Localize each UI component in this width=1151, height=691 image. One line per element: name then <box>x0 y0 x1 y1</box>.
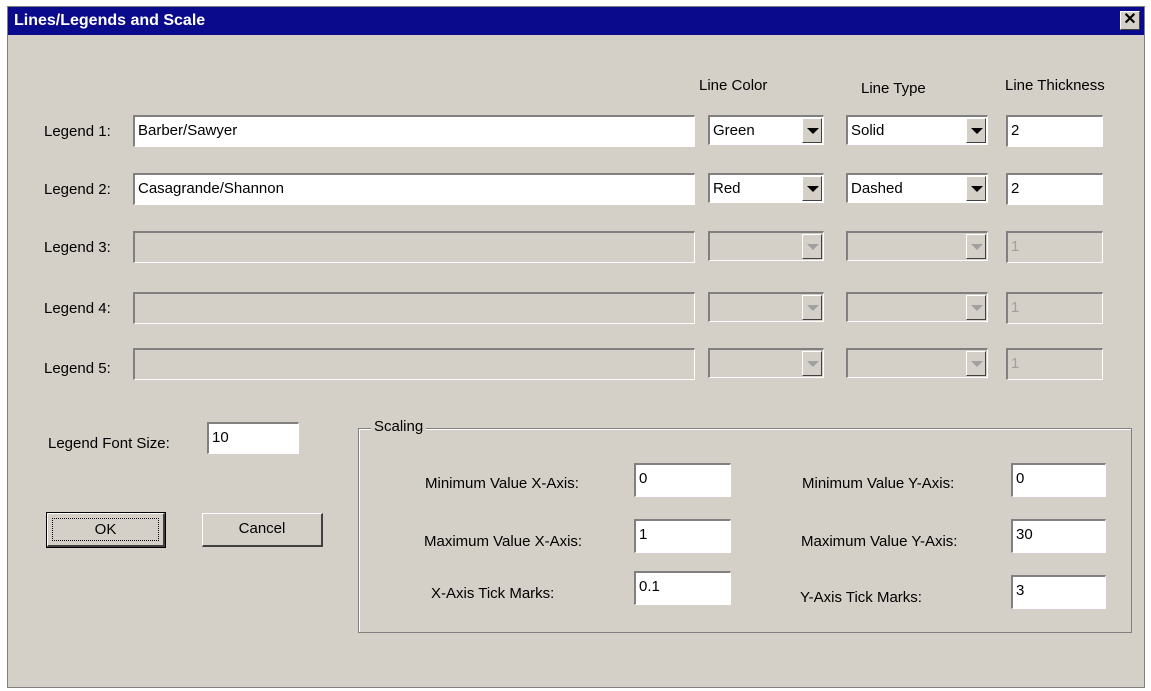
dialog-window: Lines/Legends and Scale ✕ Line Color Lin… <box>7 6 1145 688</box>
legend-1-color-select[interactable]: Green <box>708 115 824 145</box>
ok-button[interactable]: OK <box>46 512 166 548</box>
ok-button-label: OK <box>52 518 159 541</box>
max-x-input[interactable]: 1 <box>634 519 731 553</box>
legend-1-type-select[interactable]: Solid <box>846 115 988 145</box>
legend-2-color-select[interactable]: Red <box>708 173 824 203</box>
chevron-down-icon <box>966 351 986 376</box>
legend-4-thickness-input: 1 <box>1006 292 1103 324</box>
legend-4-color-select <box>708 292 824 322</box>
min-y-input[interactable]: 0 <box>1011 463 1106 497</box>
legend-3-text-input <box>133 231 695 263</box>
legend-3-label: Legend 3: <box>44 239 111 256</box>
legend-1-text-input[interactable]: Barber/Sawyer <box>133 115 695 147</box>
chevron-down-icon[interactable] <box>966 118 986 143</box>
chevron-down-icon <box>802 351 822 376</box>
cancel-button[interactable]: Cancel <box>202 513 323 547</box>
max-y-label: Maximum Value Y-Axis: <box>801 533 958 550</box>
legend-5-thickness-input: 1 <box>1006 348 1103 380</box>
chevron-down-icon <box>966 234 986 259</box>
legend-2-thickness-input[interactable]: 2 <box>1006 173 1103 205</box>
line-thickness-header: Line Thickness <box>1005 77 1105 94</box>
min-y-label: Minimum Value Y-Axis: <box>802 475 955 492</box>
legend-4-type-select <box>846 292 988 322</box>
max-x-label: Maximum Value X-Axis: <box>424 533 583 550</box>
chevron-down-icon[interactable] <box>966 176 986 201</box>
scaling-group-title: Scaling <box>371 418 427 435</box>
y-ticks-input[interactable]: 3 <box>1011 575 1106 609</box>
min-x-input[interactable]: 0 <box>634 463 731 497</box>
legend-4-text-input <box>133 292 695 324</box>
legend-2-type-select[interactable]: Dashed <box>846 173 988 203</box>
chevron-down-icon[interactable] <box>802 118 822 143</box>
legend-2-label: Legend 2: <box>44 181 111 198</box>
legend-3-thickness-input: 1 <box>1006 231 1103 263</box>
window-title: Lines/Legends and Scale <box>14 12 206 29</box>
line-type-header: Line Type <box>861 80 926 97</box>
close-icon[interactable]: ✕ <box>1120 11 1140 30</box>
chevron-down-icon <box>802 295 822 320</box>
legend-font-size-label: Legend Font Size: <box>48 435 170 452</box>
min-x-label: Minimum Value X-Axis: <box>425 475 579 492</box>
legend-5-color-select <box>708 348 824 378</box>
legend-2-type-value: Dashed <box>851 180 903 197</box>
legend-2-text-input[interactable]: Casagrande/Shannon <box>133 173 695 205</box>
legend-5-label: Legend 5: <box>44 360 111 377</box>
chevron-down-icon <box>966 295 986 320</box>
legend-3-type-select <box>846 231 988 261</box>
legend-5-text-input <box>133 348 695 380</box>
legend-5-type-select <box>846 348 988 378</box>
legend-3-color-select <box>708 231 824 261</box>
line-color-header: Line Color <box>699 77 768 94</box>
x-ticks-input[interactable]: 0.1 <box>634 571 731 605</box>
x-ticks-label: X-Axis Tick Marks: <box>431 585 555 602</box>
max-y-input[interactable]: 30 <box>1011 519 1106 553</box>
legend-1-type-value: Solid <box>851 122 885 139</box>
chevron-down-icon <box>802 234 822 259</box>
legend-4-label: Legend 4: <box>44 300 111 317</box>
y-ticks-label: Y-Axis Tick Marks: <box>800 589 922 606</box>
chevron-down-icon[interactable] <box>802 176 822 201</box>
title-bar: Lines/Legends and Scale ✕ <box>8 7 1144 35</box>
legend-1-color-value: Green <box>713 122 755 139</box>
legend-font-size-input[interactable]: 10 <box>207 422 299 454</box>
legend-1-label: Legend 1: <box>44 123 111 140</box>
legend-2-color-value: Red <box>713 180 741 197</box>
legend-1-thickness-input[interactable]: 2 <box>1006 115 1103 147</box>
